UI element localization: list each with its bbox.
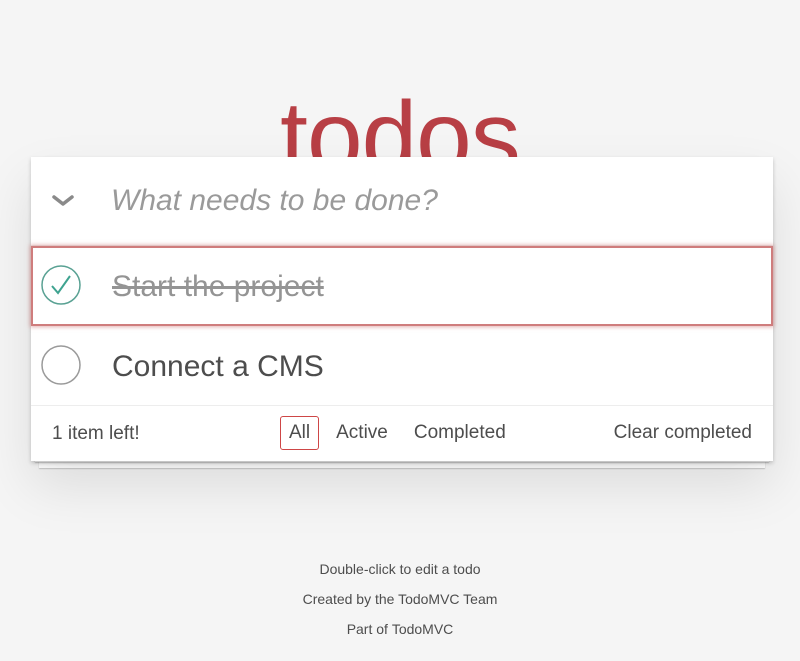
- filter-list: All Active Completed: [280, 416, 515, 450]
- todo-app: Start the project Connect a CMS 1 item l…: [31, 157, 773, 461]
- clear-completed-button[interactable]: Clear completed: [614, 422, 752, 444]
- filter-completed[interactable]: Completed: [405, 416, 515, 450]
- todo-label: Connect a CMS: [112, 350, 324, 383]
- todo-item[interactable]: Connect a CMS: [31, 326, 773, 406]
- new-todo-input[interactable]: [111, 179, 751, 223]
- part-of: Part of TodoMVC: [0, 621, 800, 637]
- todomvc-link[interactable]: TodoMVC: [392, 621, 453, 637]
- todo-footer: 1 item left! All Active Completed Clear …: [31, 406, 773, 461]
- todo-item[interactable]: Start the project: [31, 246, 773, 326]
- credits: Created by the TodoMVC Team: [302, 591, 498, 607]
- edit-hint: Double-click to edit a todo: [319, 561, 481, 577]
- todo-label: Start the project: [112, 270, 324, 303]
- part-of-prefix: Part of: [346, 621, 392, 637]
- empty-circle-icon[interactable]: [41, 345, 81, 385]
- items-left-count: 1 item left!: [52, 423, 140, 444]
- filter-all[interactable]: All: [280, 416, 320, 450]
- filter-active[interactable]: Active: [327, 416, 397, 450]
- checkmark-circle-icon[interactable]: [41, 265, 81, 305]
- new-todo-row: [31, 157, 773, 246]
- chevron-down-icon[interactable]: [45, 183, 81, 219]
